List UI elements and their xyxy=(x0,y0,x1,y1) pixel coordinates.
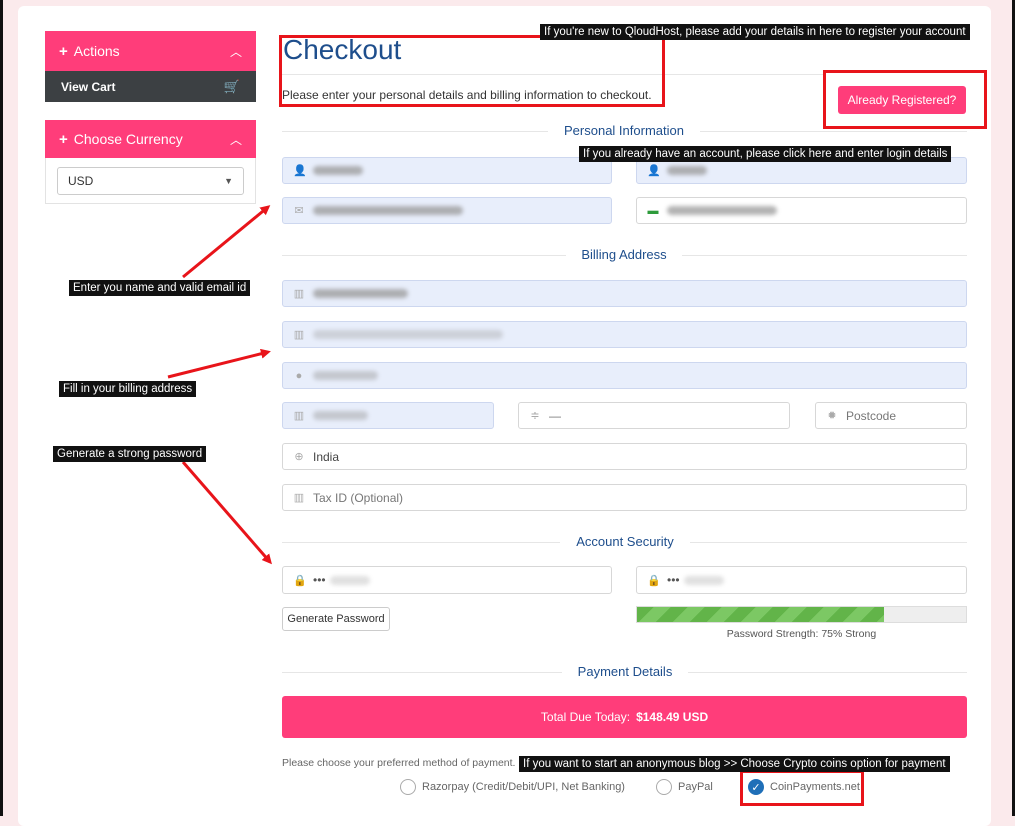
annotation-billing: Fill in your billing address xyxy=(59,381,197,397)
arrow-billing xyxy=(167,348,271,379)
annotation-register: If you're new to QloudHost, please add y… xyxy=(540,24,970,40)
annotation-arrows xyxy=(167,205,272,565)
annotation-crypto: If you want to start an anonymous blog >… xyxy=(519,756,950,772)
annotation-name-email: Enter you name and valid email id xyxy=(69,280,251,296)
annotation-password: Generate a strong password xyxy=(53,446,207,462)
annotation-login: If you already have an account, please c… xyxy=(579,146,952,162)
arrow-password xyxy=(181,461,272,565)
arrow-name-email xyxy=(182,205,271,279)
